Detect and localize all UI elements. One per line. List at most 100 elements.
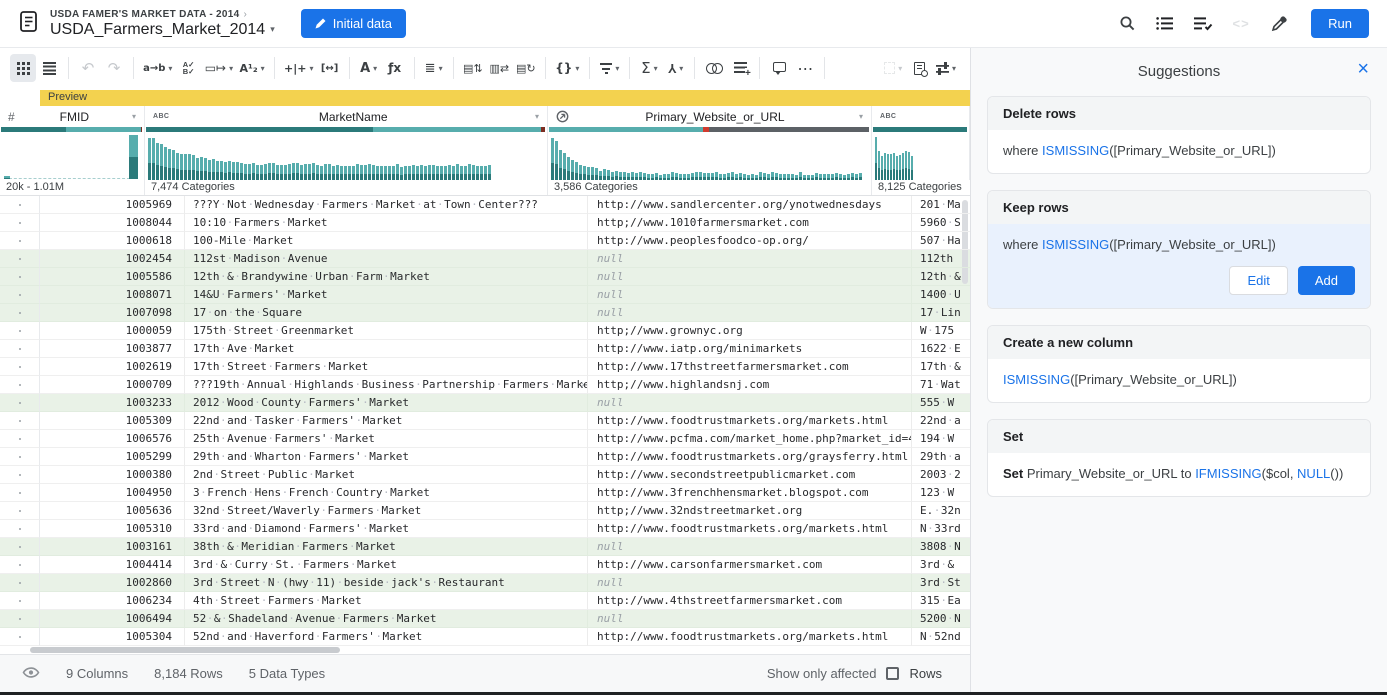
add-button[interactable]: Add [1298, 266, 1355, 295]
street-cell[interactable]: 315·Ea [912, 592, 970, 610]
url-cell[interactable]: null [588, 250, 912, 268]
row-gutter[interactable] [0, 358, 40, 376]
url-cell[interactable]: http://www.carsonfarmersmarket.com [588, 556, 912, 574]
aggregate-button[interactable]: Σ▾ [636, 54, 662, 82]
marketname-cell[interactable]: 14&U·Farmers'·Market [185, 286, 588, 304]
multiselect-button[interactable]: ▾ [880, 54, 906, 82]
table-row[interactable]: 100529929th·and·Wharton·Farmers'·Marketh… [0, 448, 970, 466]
table-row[interactable]: 10062344th·Street·Farmers·Markethttp://w… [0, 592, 970, 610]
marketname-cell[interactable]: 17th·Street·Farmers·Market [185, 358, 588, 376]
table-row[interactable]: 100649452·&·Shadeland·Avenue·Farmers·Mar… [0, 610, 970, 628]
filter-button[interactable]: ▾ [596, 54, 624, 82]
url-cell[interactable]: http://www.sandlercenter.org/ynotwednesd… [588, 196, 912, 214]
expand-button[interactable]: [↔] [317, 54, 343, 82]
split-button[interactable]: +|+▾ [281, 54, 317, 82]
transpose-button[interactable]: ▥⇄ [486, 54, 512, 82]
street-cell[interactable]: E.·32n [912, 502, 970, 520]
row-gutter[interactable] [0, 232, 40, 250]
run-button[interactable]: Run [1311, 9, 1369, 38]
marketname-cell[interactable]: 52·&·Shadeland·Avenue·Farmers·Market [185, 610, 588, 628]
fmid-cell[interactable]: 1005309 [40, 412, 185, 430]
row-gutter[interactable] [0, 484, 40, 502]
fmid-cell[interactable]: 1008044 [40, 214, 185, 232]
marketname-cell[interactable]: 3rd·&·Curry·St.·Farmers·Market [185, 556, 588, 574]
row-gutter[interactable] [0, 340, 40, 358]
street-cell[interactable]: 2003·2 [912, 466, 970, 484]
table-row[interactable]: 10044143rd·&·Curry·St.·Farmers·Markethtt… [0, 556, 970, 574]
fmid-cell[interactable]: 1005299 [40, 448, 185, 466]
column-header-primary-website-or-url[interactable]: Primary_Website_or_URL▾ [548, 106, 872, 132]
url-cell[interactable]: null [588, 286, 912, 304]
fmid-cell[interactable]: 1000618 [40, 232, 185, 250]
fmid-cell[interactable]: 1003161 [40, 538, 185, 556]
flash-fill-button[interactable]: ƒx [382, 54, 408, 82]
street-cell[interactable]: 194·W [912, 430, 970, 448]
table-row[interactable]: 1000618100-Mile·Markethttp://www.peoples… [0, 232, 970, 250]
fmid-cell[interactable]: 1003233 [40, 394, 185, 412]
fmid-cell[interactable]: 1005310 [40, 520, 185, 538]
url-cell[interactable]: http://www.peoplesfoodco-op.org/ [588, 232, 912, 250]
initial-data-button[interactable]: Initial data [301, 9, 406, 38]
fmid-cell[interactable]: 1003877 [40, 340, 185, 358]
table-row[interactable]: 100804410:10·Farmers·Markethttp;//www.10… [0, 214, 970, 232]
table-row[interactable]: 10028603rd·Street·N·(hwy·11)·beside·jack… [0, 574, 970, 592]
marketname-cell[interactable]: 3·French·Hens·French·Country·Market [185, 484, 588, 502]
row-gutter[interactable] [0, 214, 40, 232]
url-cell[interactable]: http://www.foodtrustmarkets.org/graysfer… [588, 448, 912, 466]
rows-checkbox[interactable] [886, 667, 899, 680]
row-gutter[interactable] [0, 268, 40, 286]
table-row[interactable]: 1005969???Y·Not·Wednesday·Farmers·Market… [0, 196, 970, 214]
grid-view-button[interactable] [10, 54, 36, 82]
fmid-cell[interactable]: 1007098 [40, 304, 185, 322]
row-gutter[interactable] [0, 520, 40, 538]
marketname-cell[interactable]: 2012·Wood·County·Farmers'·Market [185, 394, 588, 412]
row-gutter[interactable] [0, 196, 40, 214]
fmid-cell[interactable]: 1005636 [40, 502, 185, 520]
row-gutter[interactable] [0, 448, 40, 466]
eye-icon[interactable] [22, 666, 40, 682]
search-icon[interactable] [1115, 12, 1139, 36]
extract-column-button[interactable]: ▭↦▾ [202, 54, 237, 82]
table-row[interactable]: 100558612th·&·Brandywine·Urban·Farm·Mark… [0, 268, 970, 286]
row-gutter[interactable] [0, 502, 40, 520]
fmid-cell[interactable]: 1006576 [40, 430, 185, 448]
marketname-cell[interactable]: 112st·Madison·Avenue [185, 250, 588, 268]
marketname-cell[interactable]: 38th·&·Meridian·Farmers·Market [185, 538, 588, 556]
url-cell[interactable]: http://www.foodtrustmarkets.org/markets.… [588, 520, 912, 538]
street-cell[interactable]: W·175 [912, 322, 970, 340]
close-icon[interactable]: × [1357, 59, 1369, 79]
street-cell[interactable]: 29th·a [912, 448, 970, 466]
street-cell[interactable]: 3808·N [912, 538, 970, 556]
marketname-cell[interactable]: 25th·Avenue·Farmers'·Market [185, 430, 588, 448]
fmid-cell[interactable]: 1000709 [40, 376, 185, 394]
row-gutter[interactable] [0, 466, 40, 484]
street-cell[interactable]: 3rd·& [912, 556, 970, 574]
table-row[interactable]: 100316138th·&·Meridian·Farmers·Marketnul… [0, 538, 970, 556]
nest-button[interactable]: {}▾ [552, 54, 583, 82]
pattern-button[interactable] [906, 54, 932, 82]
fmid-cell[interactable]: 1008071 [40, 286, 185, 304]
join-button[interactable]: Y▾ [662, 54, 688, 82]
row-gutter[interactable] [0, 430, 40, 448]
street-cell[interactable]: 5960·S [912, 214, 970, 232]
undo-button[interactable]: ↶ [75, 54, 101, 82]
marketname-cell[interactable]: 12th·&·Brandywine·Urban·Farm·Market [185, 268, 588, 286]
column-header-column-4[interactable]: ABC [872, 106, 970, 132]
unpivot-button[interactable]: ▤⇅ [460, 54, 486, 82]
page-title[interactable]: USDA_Farmers_Market_2014▾ [50, 21, 275, 39]
merge-button[interactable]: ≣▾ [421, 54, 447, 82]
text-format-button[interactable]: A▾ [356, 54, 382, 82]
fmid-cell[interactable]: 1002619 [40, 358, 185, 376]
street-cell[interactable]: 22nd·a [912, 412, 970, 430]
redo-button[interactable]: ↷ [101, 54, 127, 82]
row-gutter[interactable] [0, 412, 40, 430]
union-button[interactable] [701, 54, 727, 82]
table-row[interactable]: 10049503·French·Hens·French·Country·Mark… [0, 484, 970, 502]
street-cell[interactable]: 71·Wat [912, 376, 970, 394]
street-cell[interactable]: 17th·& [912, 358, 970, 376]
marketname-cell[interactable]: 32nd·Street/Waverly·Farmers·Market [185, 502, 588, 520]
marketname-cell[interactable]: 175th·Street·Greenmarket [185, 322, 588, 340]
table-row[interactable]: 10032332012·Wood·County·Farmers'·Marketn… [0, 394, 970, 412]
histogram-primary-website-or-url[interactable] [548, 132, 872, 180]
url-cell[interactable]: null [588, 268, 912, 286]
